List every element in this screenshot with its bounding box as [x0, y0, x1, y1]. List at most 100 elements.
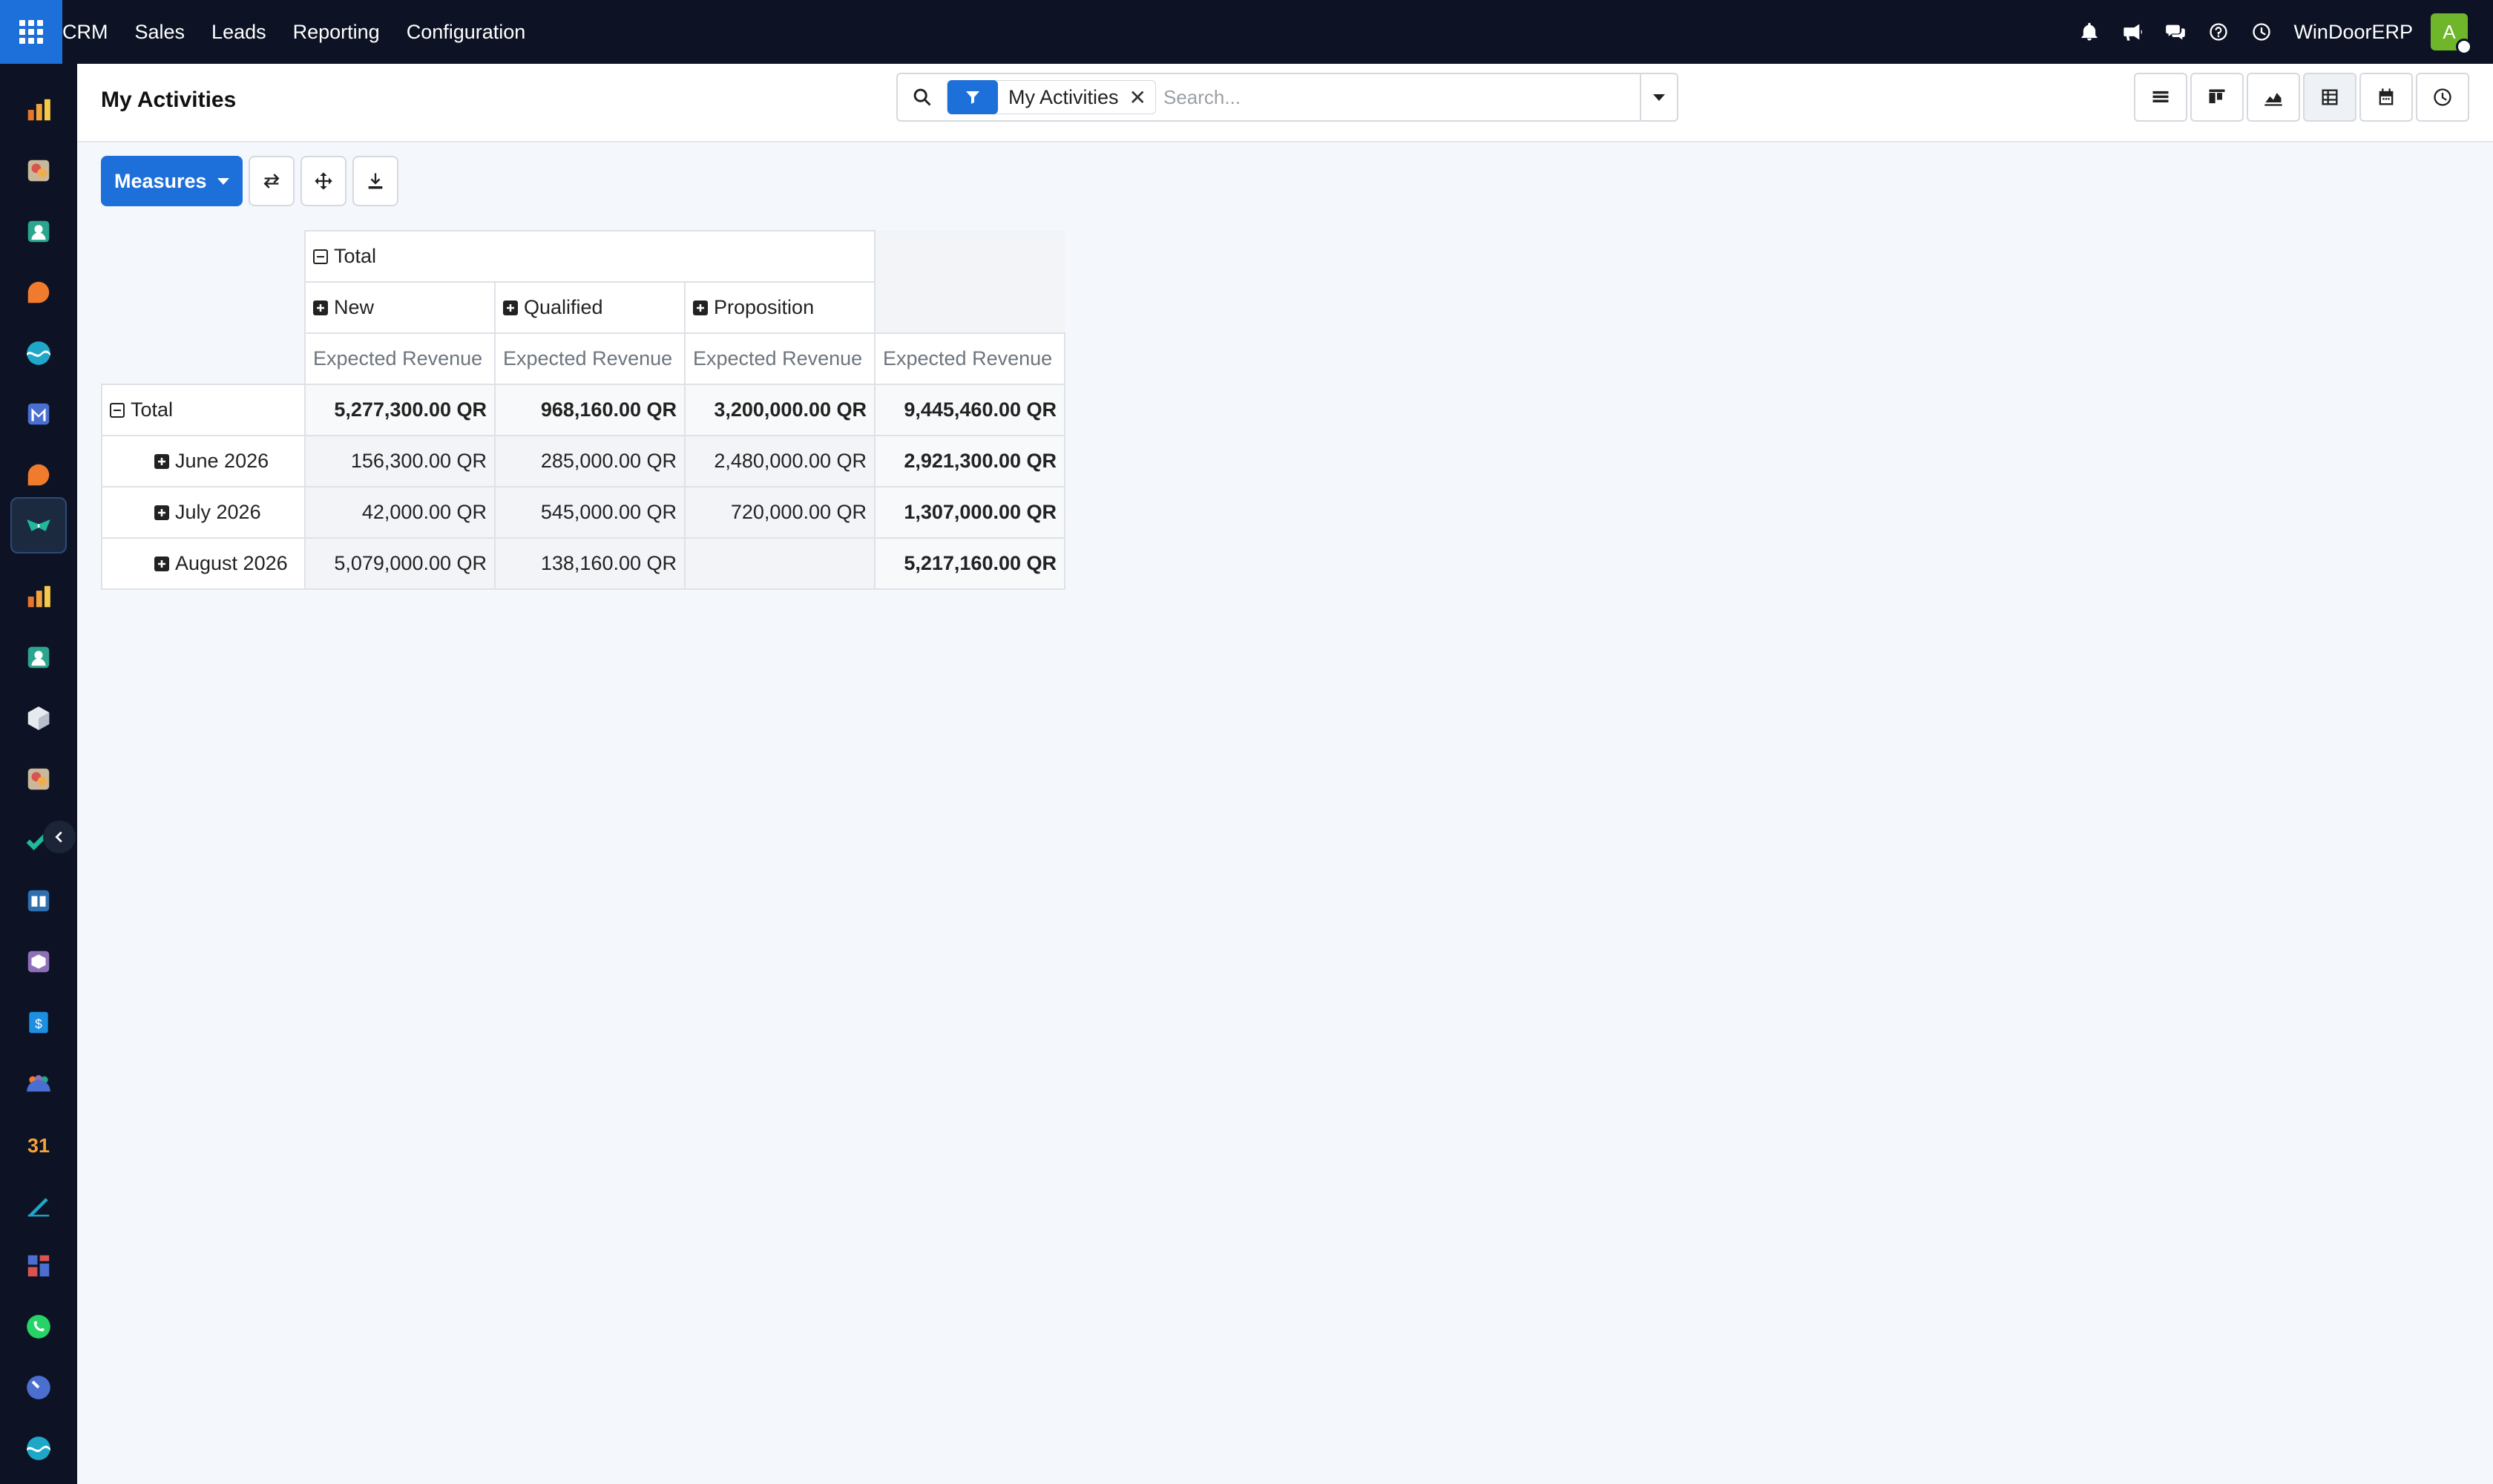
- whatsapp-icon[interactable]: [10, 1298, 67, 1355]
- crm-app-icon[interactable]: [10, 497, 67, 554]
- expand-all-button[interactable]: [300, 156, 346, 206]
- mail-app-icon[interactable]: [10, 386, 67, 442]
- calendar-view-icon[interactable]: [2359, 73, 2413, 122]
- chat-icon[interactable]: [2154, 0, 2197, 64]
- page-title: My Activities: [101, 88, 237, 112]
- contacts-app-icon[interactable]: [10, 629, 67, 686]
- wave-app-icon[interactable]: [10, 325, 67, 381]
- pivot-cell[interactable]: 720,000.00 QR: [684, 486, 876, 539]
- pivot-cell-total[interactable]: 9,445,460.00 QR: [874, 384, 1065, 436]
- row-header-july-2026[interactable]: July 2026: [101, 486, 306, 539]
- measure-header[interactable]: Expected Revenue: [684, 332, 876, 385]
- pivot-table: Total New Qualified Proposition Expected…: [101, 230, 1065, 590]
- pivot-actions: Measures: [101, 156, 398, 206]
- cube-app-icon[interactable]: [10, 690, 67, 746]
- wave-app-icon[interactable]: [10, 1420, 67, 1477]
- systray: WinDoorERP A: [2068, 0, 2493, 64]
- sidebar-collapse-button[interactable]: [43, 821, 76, 853]
- apps-menu-button[interactable]: [0, 0, 62, 64]
- pivot-cell[interactable]: 545,000.00 QR: [494, 486, 686, 539]
- paint-app-icon[interactable]: [10, 751, 67, 807]
- measure-header[interactable]: Expected Revenue: [494, 332, 686, 385]
- download-xlsx-button[interactable]: [352, 156, 398, 206]
- row-header-june-2026[interactable]: June 2026: [101, 435, 306, 487]
- control-panel: My Activities My Activities ✕: [77, 64, 2493, 142]
- filter-facet: My Activities ✕: [947, 80, 1156, 114]
- download-icon: [368, 173, 382, 189]
- pivot-cell-total[interactable]: 1,307,000.00 QR: [874, 486, 1065, 539]
- expand-icon: [503, 301, 518, 315]
- menu-configuration[interactable]: Configuration: [407, 21, 526, 44]
- measure-header[interactable]: Expected Revenue: [304, 332, 496, 385]
- row-header-total[interactable]: Total: [101, 384, 306, 436]
- top-navbar: CRM Sales Leads Reporting Configuration …: [0, 0, 2493, 64]
- chart-app-icon[interactable]: [10, 82, 67, 138]
- pivot-cell[interactable]: 285,000.00 QR: [494, 435, 686, 487]
- col-header-new[interactable]: New: [304, 281, 496, 334]
- arrows-expand-icon: [314, 172, 332, 190]
- pivot-cell-empty[interactable]: [684, 537, 876, 590]
- row-header-august-2026[interactable]: August 2026: [101, 537, 306, 590]
- book-app-icon[interactable]: [10, 873, 67, 929]
- pivot-cell[interactable]: 42,000.00 QR: [304, 486, 496, 539]
- paint-app-icon[interactable]: [10, 142, 67, 199]
- svg-text:31: 31: [27, 1135, 50, 1157]
- pivot-cell[interactable]: 3,200,000.00 QR: [684, 384, 876, 436]
- clock-icon[interactable]: [2240, 0, 2283, 64]
- pen-app-icon[interactable]: [10, 1177, 67, 1233]
- pivot-cell[interactable]: 5,277,300.00 QR: [304, 384, 496, 436]
- menu-brand-crm[interactable]: CRM: [62, 21, 108, 44]
- facet-label: My Activities: [1008, 85, 1119, 108]
- measures-dropdown-button[interactable]: Measures: [101, 156, 243, 206]
- caret-down-icon: [217, 177, 229, 185]
- pivot-cell-total[interactable]: 5,217,160.00 QR: [874, 537, 1065, 590]
- filter-icon: [947, 80, 998, 114]
- col-header-total[interactable]: Total: [304, 230, 876, 283]
- user-avatar[interactable]: A: [2431, 13, 2472, 55]
- table-row: August 2026 5,079,000.00 QR 138,160.00 Q…: [101, 537, 1065, 590]
- view-switcher: [2131, 73, 2469, 122]
- pivot-cell[interactable]: 5,079,000.00 QR: [304, 537, 496, 590]
- gauge-app-icon[interactable]: [10, 1359, 67, 1416]
- collapse-icon: [110, 403, 125, 418]
- measures-label: Measures: [114, 169, 207, 192]
- calendar-31-icon[interactable]: 31: [10, 1116, 67, 1172]
- help-icon[interactable]: [2197, 0, 2240, 64]
- search-bar: My Activities ✕: [896, 73, 1678, 122]
- pivot-cell-total[interactable]: 2,921,300.00 QR: [874, 435, 1065, 487]
- people-app-icon[interactable]: [10, 1055, 67, 1112]
- search-input[interactable]: [1163, 79, 1640, 116]
- menu-sales[interactable]: Sales: [135, 21, 185, 44]
- menu-reporting[interactable]: Reporting: [293, 21, 380, 44]
- pivot-view-icon[interactable]: [2303, 73, 2356, 122]
- flip-axis-button[interactable]: [248, 156, 295, 206]
- chart-app-icon[interactable]: [10, 568, 67, 625]
- contacts-app-icon[interactable]: [10, 203, 67, 260]
- orange-bubble-icon[interactable]: [10, 447, 67, 503]
- bell-icon[interactable]: [2068, 0, 2111, 64]
- activity-view-icon[interactable]: [2416, 73, 2469, 122]
- menu-leads[interactable]: Leads: [211, 21, 266, 44]
- box-app-icon[interactable]: [10, 933, 67, 990]
- close-icon[interactable]: ✕: [1129, 85, 1155, 110]
- pivot-cell[interactable]: 156,300.00 QR: [304, 435, 496, 487]
- pivot-cell[interactable]: 138,160.00 QR: [494, 537, 686, 590]
- company-name[interactable]: WinDoorERP: [2293, 21, 2413, 44]
- expand-icon: [154, 556, 169, 571]
- avatar-initial: A: [2443, 20, 2456, 43]
- col-header-proposition[interactable]: Proposition: [684, 281, 876, 334]
- list-view-icon[interactable]: [2134, 73, 2187, 122]
- graph-view-icon[interactable]: [2247, 73, 2300, 122]
- dashboard-app-icon[interactable]: [10, 1238, 67, 1294]
- measure-header[interactable]: Expected Revenue: [874, 332, 1065, 385]
- search-icon[interactable]: [898, 87, 947, 108]
- col-header-qualified[interactable]: Qualified: [494, 281, 686, 334]
- search-options-toggle[interactable]: [1640, 74, 1677, 120]
- kanban-view-icon[interactable]: [2190, 73, 2244, 122]
- megaphone-icon[interactable]: [2111, 0, 2154, 64]
- main-menu: CRM Sales Leads Reporting Configuration: [62, 0, 525, 64]
- invoice-app-icon[interactable]: $: [10, 994, 67, 1051]
- pivot-cell[interactable]: 2,480,000.00 QR: [684, 435, 876, 487]
- pivot-cell[interactable]: 968,160.00 QR: [494, 384, 686, 436]
- orange-bubble-icon[interactable]: [10, 264, 67, 321]
